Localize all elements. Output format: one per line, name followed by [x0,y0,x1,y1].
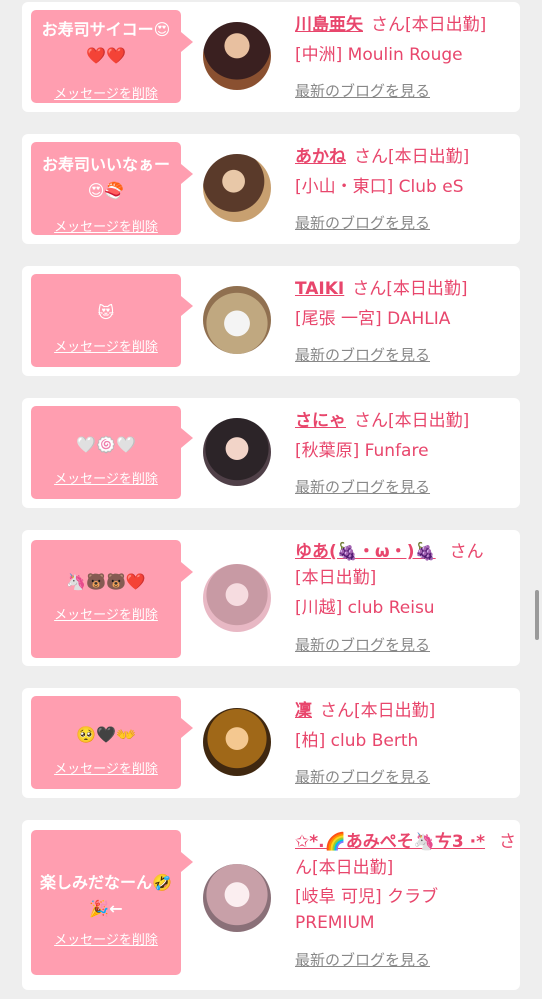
cast-name-link[interactable]: あかね [295,147,346,167]
message-text: 🤍🍥🤍 [76,435,136,454]
name-line: 凜さん[本日出勤] [295,698,520,724]
scrollbar[interactable] [535,590,539,640]
shop-name: [川越] club Reisu [295,598,435,618]
latest-blog-link[interactable]: 最新のブログを見る [295,950,430,970]
avatar[interactable] [203,708,271,776]
name-line: ゆあ(🍇・ω・)🍇 さん [295,539,523,565]
message-bubble: お寿司いいなぁー 😍🍣 メッセージを削除 [31,142,193,237]
shop-name: [岐阜 可児] クラブ [295,887,439,907]
message-text: お寿司いいなぁー [41,155,170,174]
message-bubble: 🦄🐻🐻❤️ メッセージを削除 [31,540,193,658]
status-text: さん[本日出勤] [371,15,487,35]
name-line: TAIKI さん[本日出勤] [295,276,520,302]
message-card: お寿司いいなぁー 😍🍣 メッセージを削除 あかね さん[本日出勤] [小山・東口]… [22,134,520,244]
message-bubble: 🤍🍥🤍 メッセージを削除 [31,406,193,499]
avatar[interactable] [203,154,271,222]
status-text: さん[本日出勤] [320,701,436,721]
cast-name-link[interactable]: TAIKI [295,279,344,299]
cast-name-link[interactable]: 凜 [295,701,312,721]
status-text: ん[本日出勤] [295,858,394,878]
avatar[interactable] [203,418,271,486]
shop-name: [尾張 一宮] DAHLIA [295,309,451,329]
message-bubble: お寿司サイコー😍 ❤️❤️ メッセージを削除 [31,10,193,104]
name-line: さにゃ さん[本日出勤] [295,408,520,434]
delete-message-button[interactable]: メッセージを削除 [31,219,181,237]
message-bubble: 😻 メッセージを削除 [31,274,193,367]
latest-blog-link[interactable]: 最新のブログを見る [295,345,430,365]
message-text: ❤️❤️ [86,46,126,65]
avatar[interactable] [203,286,271,354]
delete-message-button[interactable]: メッセージを削除 [31,339,181,357]
latest-blog-link[interactable]: 最新のブログを見る [295,635,430,655]
avatar[interactable] [203,864,271,932]
cast-name-link[interactable]: ゆあ(🍇・ω・)🍇 [295,542,436,562]
message-card: お寿司サイコー😍 ❤️❤️ メッセージを削除 川島亜矢 さん[本日出勤] [中洲]… [22,2,520,112]
message-card: 🦄🐻🐻❤️ メッセージを削除 ゆあ(🍇・ω・)🍇 さん [本日出勤] [川越] c… [22,530,520,666]
message-text: 楽しみだなーん🤣 [40,873,172,892]
delete-message-button[interactable]: メッセージを削除 [31,86,181,104]
message-text: 🥺🖤👐 [76,725,136,744]
status-text: さん[本日出勤] [354,411,470,431]
status-text: さん[本日出勤] [354,147,470,167]
delete-message-button[interactable]: メッセージを削除 [31,932,181,950]
status-text: さ [499,832,517,852]
message-bubble: 🥺🖤👐 メッセージを削除 [31,696,193,789]
delete-message-button[interactable]: メッセージを削除 [31,761,181,779]
latest-blog-link[interactable]: 最新のブログを見る [295,477,430,497]
latest-blog-link[interactable]: 最新のブログを見る [295,213,430,233]
status-text: [本日出勤] [295,568,377,588]
message-list: お寿司サイコー😍 ❤️❤️ メッセージを削除 川島亜矢 さん[本日出勤] [中洲]… [0,0,542,999]
message-text: お寿司サイコー😍 [41,20,171,39]
cast-name-link[interactable]: ✩*.🌈あみぺそ🦄ㄘ3 ·* [295,832,485,852]
name-line: 川島亜矢 さん[本日出勤] [295,12,520,38]
message-text: 😻 [97,303,115,322]
message-card: 楽しみだなーん🤣 🎉← メッセージを削除 ✩*.🌈あみぺそ🦄ㄘ3 ·* さ ん[本… [22,820,520,990]
delete-message-button[interactable]: メッセージを削除 [31,607,181,625]
message-text: 😍🍣 [87,181,125,200]
message-text: 🦄🐻🐻❤️ [66,572,146,591]
name-line: ✩*.🌈あみぺそ🦄ㄘ3 ·* さ [295,829,520,855]
latest-blog-link[interactable]: 最新のブログを見る [295,767,430,787]
name-line: あかね さん[本日出勤] [295,144,520,170]
message-card: 🥺🖤👐 メッセージを削除 凜さん[本日出勤] [柏] club Berth 最新… [22,688,520,798]
message-card: 😻 メッセージを削除 TAIKI さん[本日出勤] [尾張 一宮] DAHLIA … [22,266,520,376]
shop-name: PREMIUM [295,913,375,933]
shop-name: [小山・東口] Club eS [295,177,464,197]
status-text: さん [449,542,484,562]
shop-name: [柏] club Berth [295,731,419,751]
shop-name: [中洲] Moulin Rouge [295,45,463,65]
status-text: さん[本日出勤] [352,279,468,299]
avatar[interactable] [203,22,271,90]
message-bubble: 楽しみだなーん🤣 🎉← メッセージを削除 [31,830,193,975]
cast-name-link[interactable]: 川島亜矢 [295,15,363,35]
message-text: 🎉← [89,899,123,918]
delete-message-button[interactable]: メッセージを削除 [31,471,181,489]
avatar[interactable] [203,564,271,632]
cast-name-link[interactable]: さにゃ [295,411,346,431]
message-card: 🤍🍥🤍 メッセージを削除 さにゃ さん[本日出勤] [秋葉原] Funfare 最… [22,398,520,508]
latest-blog-link[interactable]: 最新のブログを見る [295,81,430,101]
shop-name: [秋葉原] Funfare [295,441,429,461]
